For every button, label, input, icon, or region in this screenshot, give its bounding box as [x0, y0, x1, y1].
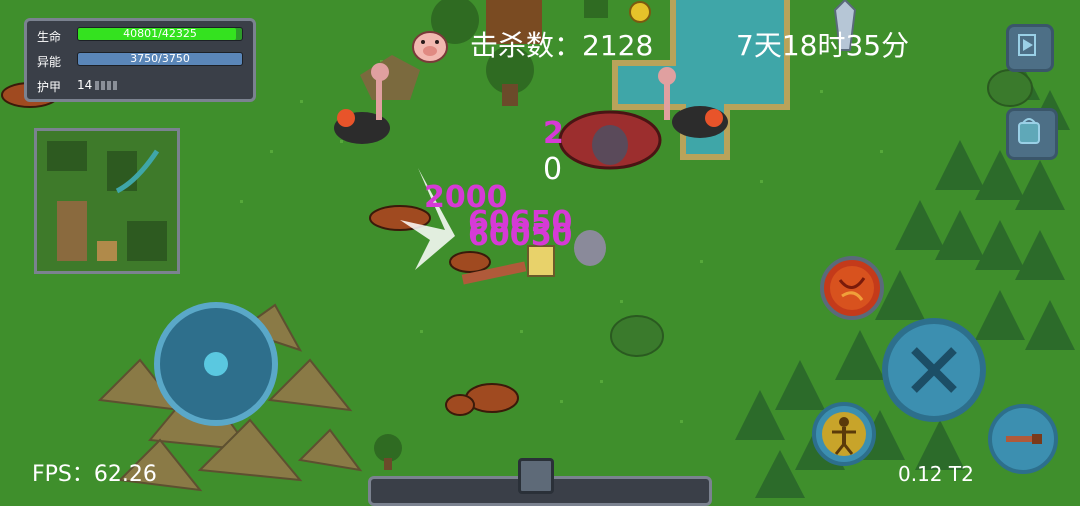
damage-number: 0 — [543, 152, 563, 187]
hp-bar: 40801/42325 — [77, 27, 243, 41]
status-panel: 生命 40801/42325 异能 3750/3750 护甲 14 — [24, 18, 256, 102]
kill-count: 击杀数：2128 — [470, 29, 654, 62]
energy-value: 3750/3750 — [130, 52, 190, 65]
minimap[interactable] — [34, 128, 180, 274]
hp-value: 40801/42325 — [123, 27, 197, 40]
attack-button[interactable] — [882, 318, 986, 422]
movement-joystick[interactable] — [154, 302, 278, 426]
armor-pip — [95, 81, 99, 90]
crossed-swords-icon — [911, 347, 957, 393]
armor-pip — [107, 81, 111, 90]
fire-orb-icon — [830, 266, 874, 310]
fps-counter: FPS：62.26 — [32, 462, 157, 487]
version-label: 0.12 T2 — [898, 462, 974, 486]
hp-label: 生命 — [37, 30, 62, 44]
backpack-button[interactable] — [1006, 108, 1058, 160]
armor-pip — [113, 81, 117, 90]
damage-number: 60050 — [468, 218, 573, 253]
weapon-slot[interactable] — [988, 404, 1058, 474]
rifle-icon — [1006, 434, 1042, 444]
backpack-icon — [1018, 118, 1040, 144]
damage-number: 2 — [543, 116, 564, 151]
figure-icon — [822, 412, 866, 456]
fire-skill-button[interactable] — [820, 256, 884, 320]
sunflower — [629, 1, 651, 23]
joystick-knob[interactable] — [204, 352, 228, 376]
energy-bar: 3750/3750 — [77, 52, 243, 66]
armor-label: 护甲 — [37, 80, 62, 94]
pause-button[interactable] — [1006, 24, 1054, 72]
armor-pip — [101, 81, 105, 90]
energy-label: 异能 — [37, 55, 62, 69]
bush — [610, 315, 664, 357]
bush — [987, 69, 1033, 107]
beetle-enemy — [558, 110, 662, 170]
hotbar-gem-icon[interactable] — [518, 458, 554, 494]
pause-icon — [1018, 34, 1036, 56]
armor-value: 14 — [77, 78, 93, 92]
game-time: 7天18时35分 — [736, 29, 910, 62]
minimap-terrain — [37, 131, 177, 271]
body-skill-button[interactable] — [812, 402, 876, 466]
pig-icon — [412, 31, 448, 63]
